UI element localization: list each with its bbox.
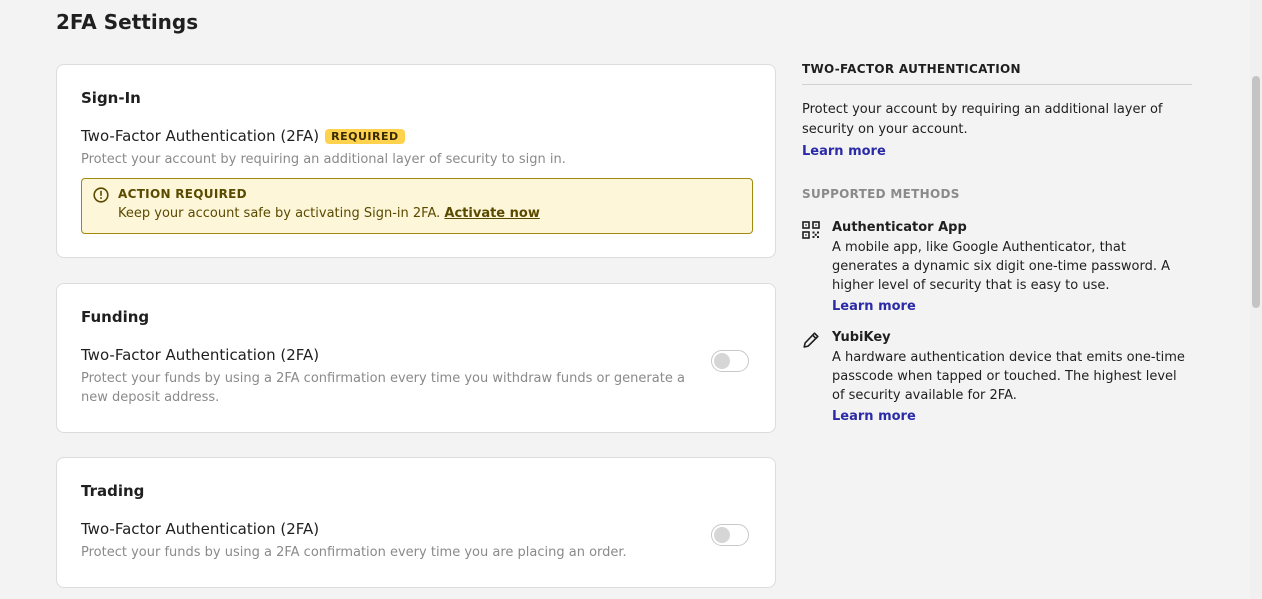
action-required-alert: ACTION REQUIRED Keep your account safe b… xyxy=(81,178,753,234)
method-yubikey: YubiKey A hardware authentication device… xyxy=(802,330,1192,424)
scrollbar-thumb[interactable] xyxy=(1252,76,1260,308)
funding-card: Funding Two-Factor Authentication (2FA) … xyxy=(56,283,776,433)
trading-2fa-toggle[interactable] xyxy=(711,524,749,546)
funding-2fa-description: Protect your funds by using a 2FA confir… xyxy=(81,371,685,405)
signin-card-title: Sign-In xyxy=(81,89,141,107)
funding-card-title: Funding xyxy=(81,308,150,326)
method-description: A hardware authentication device that em… xyxy=(832,350,1185,403)
qr-code-icon xyxy=(802,221,820,239)
required-badge: REQUIRED xyxy=(325,129,405,144)
trading-card-title: Trading xyxy=(81,482,145,500)
toggle-knob xyxy=(714,353,730,369)
authenticator-learn-more-link[interactable]: Learn more xyxy=(832,299,916,314)
trading-card: Trading Two-Factor Authentication (2FA) … xyxy=(56,457,776,588)
funding-2fa-title: Two-Factor Authentication (2FA) xyxy=(81,346,320,364)
signin-2fa-title: Two-Factor Authentication (2FA) REQUIRED xyxy=(81,127,405,145)
method-description: A mobile app, like Google Authenticator,… xyxy=(832,240,1171,293)
pen-key-icon xyxy=(803,332,819,348)
funding-2fa-toggle[interactable] xyxy=(711,350,749,372)
exclamation-circle-icon xyxy=(93,187,109,203)
scrollbar-track[interactable] xyxy=(1250,0,1262,599)
learn-more-link[interactable]: Learn more xyxy=(802,144,886,159)
yubikey-learn-more-link[interactable]: Learn more xyxy=(832,409,916,424)
sidebar-heading: TWO-FACTOR AUTHENTICATION xyxy=(802,62,1192,85)
supported-methods-heading: SUPPORTED METHODS xyxy=(802,187,960,201)
info-sidebar: TWO-FACTOR AUTHENTICATION Protect your a… xyxy=(802,62,1192,424)
alert-title: ACTION REQUIRED xyxy=(118,187,247,201)
trading-2fa-description: Protect your funds by using a 2FA confir… xyxy=(81,545,627,560)
method-name: YubiKey xyxy=(832,330,891,345)
method-authenticator-app: Authenticator App A mobile app, like Goo… xyxy=(802,220,1192,314)
signin-2fa-title-text: Two-Factor Authentication (2FA) xyxy=(81,127,320,145)
signin-2fa-description: Protect your account by requiring an add… xyxy=(81,152,566,167)
trading-2fa-title: Two-Factor Authentication (2FA) xyxy=(81,520,320,538)
sidebar-intro: Protect your account by requiring an add… xyxy=(802,102,1163,137)
signin-card: Sign-In Two-Factor Authentication (2FA) R… xyxy=(56,64,776,258)
toggle-knob xyxy=(714,527,730,543)
page-title: 2FA Settings xyxy=(56,10,199,34)
alert-message: Keep your account safe by activating Sig… xyxy=(118,206,441,221)
alert-text: Keep your account safe by activating Sig… xyxy=(118,206,540,221)
method-name: Authenticator App xyxy=(832,220,967,235)
activate-now-link[interactable]: Activate now xyxy=(444,206,539,221)
